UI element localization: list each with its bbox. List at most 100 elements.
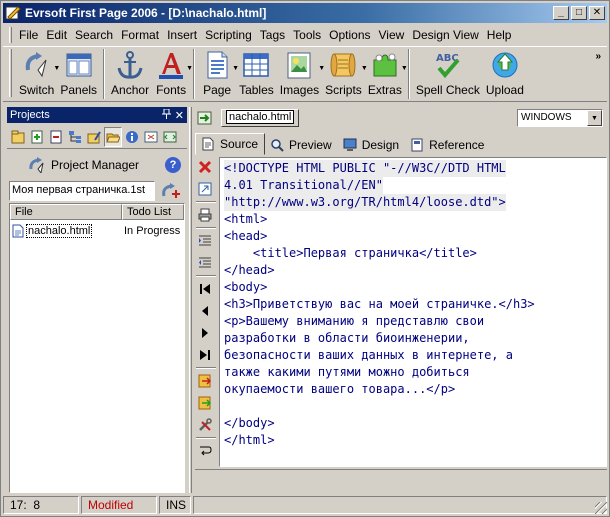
menu-view[interactable]: View [376,28,408,42]
add-file-icon[interactable] [28,127,46,147]
document-arrow-icon[interactable] [195,108,215,128]
resize-grip[interactable] [595,502,607,514]
close-button[interactable]: ✕ [589,6,605,20]
code-line[interactable]: <p>Вашему вниманию я представлю свои [224,313,602,330]
code-line[interactable]: <html> [224,211,602,228]
code-line[interactable]: 4.01 Transitional//EN" [224,177,383,194]
menu-help[interactable]: Help [484,28,515,42]
code-line[interactable]: </body> [224,415,602,432]
tree-icon[interactable] [66,127,84,147]
project-file-list: File Todo List nachalo.html In Progress [9,203,185,493]
toolbar-grip[interactable] [9,49,12,97]
settings-icon[interactable] [142,127,160,147]
panel-splitter[interactable] [189,107,192,493]
menu-options[interactable]: Options [326,28,373,42]
extras-button[interactable]: ▼ Extras [365,49,408,97]
scripts-button[interactable]: ▼ Scripts [322,49,368,97]
delete-icon[interactable] [195,157,215,177]
code-line[interactable]: <head> [224,228,602,245]
outdent-icon[interactable] [195,253,215,273]
spell-check-icon: ABC [432,49,464,81]
previous-icon[interactable] [195,301,215,321]
tab-design[interactable]: Design [338,135,405,155]
tools-icon[interactable] [195,415,215,435]
code-line[interactable]: окупаемости вашего товара...</p> [224,381,602,398]
panels-button[interactable]: Panels [57,49,100,97]
extras-dropdown-icon[interactable]: ▼ [401,65,408,72]
menu-format[interactable]: Format [118,28,162,42]
code-editor[interactable]: <!DOCTYPE HTML PUBLIC "-//W3C//DTD HTML … [219,157,607,467]
tab-source[interactable]: Source [195,133,266,155]
folder-edit-icon[interactable] [85,127,103,147]
document-tab[interactable]: nachalo.html [221,109,300,127]
fonts-button[interactable]: ▼ Fonts [152,49,193,97]
remove-file-icon[interactable] [47,127,65,147]
fonts-dropdown-icon[interactable]: ▼ [186,65,193,72]
project-manager-label: Project Manager [51,158,140,172]
toolbar-more-icon[interactable]: » [595,51,601,62]
menu-search[interactable]: Search [72,28,116,42]
title-bar[interactable]: Evrsoft First Page 2006 - [D:\nachalo.ht… [3,3,607,23]
tab-preview-label: Preview [289,138,332,152]
code-line[interactable]: "http://www.w3.org/TR/html4/loose.dtd"> [224,194,506,211]
info-icon[interactable] [123,127,141,147]
next-icon[interactable] [195,323,215,343]
tab-preview[interactable]: Preview [265,135,338,155]
open-folder-icon[interactable] [104,126,122,147]
code-line[interactable]: разработки в области биоинженерии, [224,330,602,347]
menu-edit[interactable]: Edit [43,28,70,42]
chevron-down-icon[interactable]: ▼ [587,110,602,126]
line-ending-select[interactable]: WINDOWS ▼ [517,109,603,127]
add-project-icon[interactable] [159,181,183,201]
close-panel-icon[interactable]: ✕ [175,109,184,122]
html-file-icon [12,224,24,238]
images-button[interactable]: ▼ Images [277,49,325,97]
menu-grip[interactable] [9,27,12,43]
resize-icon[interactable] [195,179,215,199]
anchor-button[interactable]: Anchor [108,49,152,97]
app-icon[interactable] [5,5,21,21]
column-file[interactable]: File [10,204,122,220]
projects-title: Projects [10,109,50,121]
tables-button[interactable]: Tables [236,49,277,97]
tab-design-label: Design [361,138,400,152]
code-line[interactable]: также какими путями можно добиться [224,364,602,381]
minimize-button[interactable]: _ [553,6,569,20]
spell-check-button[interactable]: ABC Spell Check [413,49,483,97]
project-select[interactable]: Моя первая страничка.1st [9,181,155,201]
code-line[interactable]: </html> [224,432,602,449]
first-icon[interactable] [195,279,215,299]
pin-icon[interactable] [161,108,171,122]
code-line[interactable]: <title>Первая страничка</title> [224,245,602,262]
code-line[interactable]: </head> [224,262,602,279]
code-line[interactable]: безопасности ваших данных в интернете, а [224,347,602,364]
column-todo[interactable]: Todo List [122,204,184,220]
code-line[interactable]: <h3>Приветствую вас на моей страничке.</… [224,296,602,313]
menu-file[interactable]: File [16,28,41,42]
code-line[interactable] [224,398,602,415]
indent-icon[interactable] [195,231,215,251]
menu-tags[interactable]: Tags [257,28,288,42]
new-project-icon[interactable] [9,127,27,147]
source-icon [200,136,216,152]
menu-scripting[interactable]: Scripting [202,28,255,42]
switch-button[interactable]: ▼ Switch [16,49,60,97]
menu-design-view[interactable]: Design View [409,28,481,42]
last-icon[interactable] [195,345,215,365]
insert-block-icon[interactable] [195,371,215,391]
upload-button[interactable]: Upload [483,49,527,97]
code-line[interactable]: <body> [224,279,602,296]
menu-tools[interactable]: Tools [290,28,324,42]
tab-reference[interactable]: Reference [405,135,490,155]
export-block-icon[interactable] [195,393,215,413]
code-line[interactable]: <!DOCTYPE HTML PUBLIC "-//W3C//DTD HTML [224,160,506,177]
maximize-button[interactable]: □ [571,6,587,20]
menu-insert[interactable]: Insert [164,28,200,42]
print-icon[interactable] [195,205,215,225]
word-wrap-icon[interactable] [195,441,215,461]
file-row[interactable]: nachalo.html In Progress [10,222,184,240]
project-manager-button[interactable]: Project Manager [7,153,187,177]
page-button[interactable]: ▼ Page [198,49,239,97]
code-view-icon[interactable] [161,127,179,147]
help-icon[interactable]: ? [165,157,181,173]
